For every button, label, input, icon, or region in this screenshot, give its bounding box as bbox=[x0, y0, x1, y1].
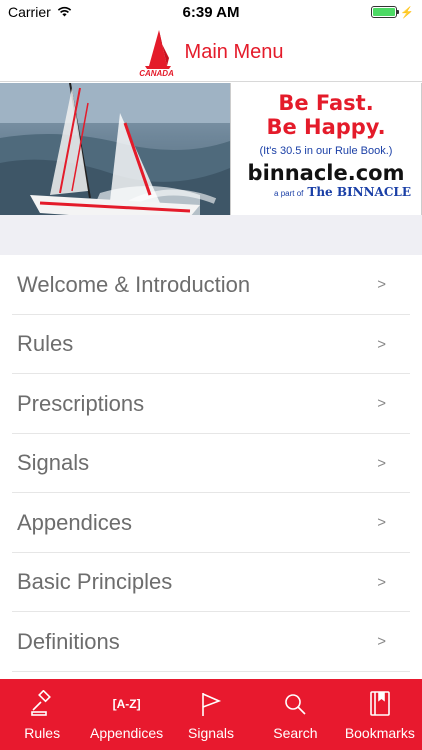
status-bar: Carrier 6:39 AM ⚡ bbox=[0, 0, 422, 24]
tab-signals[interactable]: Signals bbox=[169, 679, 253, 750]
sailboat-photo bbox=[0, 83, 230, 215]
menu-item-label: Definitions bbox=[17, 628, 120, 654]
ad-headline-2: Be Happy. bbox=[266, 115, 386, 139]
tab-rules[interactable]: Rules bbox=[0, 679, 84, 750]
menu-item-rules[interactable]: Rules > bbox=[0, 315, 422, 375]
tab-label: Bookmarks bbox=[344, 725, 415, 741]
chevron-right-icon: > bbox=[377, 514, 386, 532]
menu-item-label: Signals bbox=[17, 450, 90, 476]
flag-icon bbox=[196, 689, 226, 719]
ad-tag-prefix: a part of bbox=[274, 189, 304, 198]
tab-search[interactable]: Search bbox=[253, 679, 337, 750]
ad-subline: (It's 30.5 in our Rule Book.) bbox=[259, 145, 393, 157]
tab-label: Rules bbox=[24, 725, 61, 741]
tab-bookmarks[interactable]: Bookmarks bbox=[338, 679, 422, 750]
gavel-icon bbox=[27, 689, 57, 719]
az-icon: [A-Z] bbox=[112, 689, 142, 719]
menu-item-label: Welcome & Introduction bbox=[17, 271, 251, 297]
wifi-icon bbox=[57, 4, 72, 20]
menu-item-definitions[interactable]: Definitions > bbox=[0, 612, 422, 672]
menu-item-label: Basic Principles bbox=[17, 569, 173, 595]
menu-item-label: Rules bbox=[17, 331, 74, 357]
tab-bar: Rules [A-Z] Appendices Signals Search Bo… bbox=[0, 679, 422, 750]
chevron-right-icon: > bbox=[377, 395, 386, 413]
search-icon bbox=[280, 689, 310, 719]
chevron-right-icon: > bbox=[377, 573, 386, 591]
binnacle-ad[interactable]: Be Fast. Be Happy. (It's 30.5 in our Rul… bbox=[230, 83, 422, 215]
ad-tag-brand: The BINNACLE bbox=[307, 185, 411, 199]
menu-item-label: Appendices bbox=[17, 509, 132, 535]
ad-headline-1: Be Fast. bbox=[278, 91, 374, 115]
nav-bar: CANADA Main Menu bbox=[0, 24, 422, 82]
battery-level bbox=[373, 8, 396, 16]
section-spacer bbox=[0, 215, 422, 255]
chevron-right-icon: > bbox=[377, 276, 386, 294]
main-menu-list: Welcome & Introduction > Rules > Prescri… bbox=[0, 255, 422, 672]
logo-text: CANADA bbox=[139, 68, 174, 78]
banner-ad[interactable]: Be Fast. Be Happy. (It's 30.5 in our Rul… bbox=[0, 83, 422, 215]
battery-icon bbox=[371, 6, 400, 18]
tab-appendices[interactable]: [A-Z] Appendices bbox=[84, 679, 168, 750]
page-title: Main Menu bbox=[184, 41, 284, 63]
charging-icon: ⚡ bbox=[400, 6, 414, 19]
status-right: ⚡ bbox=[284, 6, 414, 19]
status-left: Carrier bbox=[8, 4, 138, 20]
book-icon bbox=[365, 689, 395, 719]
menu-item-appendices[interactable]: Appendices > bbox=[0, 493, 422, 553]
ad-tag: a part of The BINNACLE bbox=[274, 185, 411, 199]
carrier-label: Carrier bbox=[8, 4, 51, 20]
tab-label: Search bbox=[273, 725, 318, 741]
menu-item-label: Prescriptions bbox=[17, 390, 145, 416]
sailing-canada-logo: CANADA bbox=[139, 28, 175, 78]
menu-item-welcome-introduction[interactable]: Welcome & Introduction > bbox=[0, 255, 422, 315]
menu-item-prescriptions[interactable]: Prescriptions > bbox=[0, 374, 422, 434]
chevron-right-icon: > bbox=[377, 335, 386, 353]
menu-item-signals[interactable]: Signals > bbox=[0, 434, 422, 494]
az-icon-text: [A-Z] bbox=[112, 697, 141, 711]
chevron-right-icon: > bbox=[377, 454, 386, 472]
tab-label: Appendices bbox=[90, 725, 164, 741]
status-time: 6:39 AM bbox=[182, 3, 240, 21]
ad-domain: binnacle.com bbox=[247, 161, 405, 185]
chevron-right-icon: > bbox=[377, 633, 386, 651]
tab-label: Signals bbox=[188, 725, 234, 741]
menu-item-basic-principles[interactable]: Basic Principles > bbox=[0, 553, 422, 613]
